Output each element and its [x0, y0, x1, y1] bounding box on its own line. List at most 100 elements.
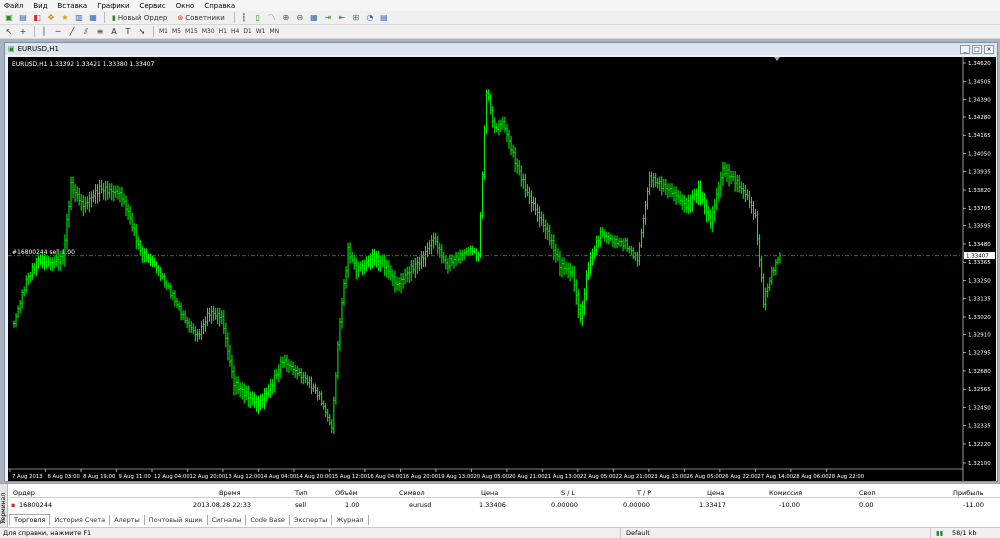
menu-view[interactable]: Вид — [33, 2, 47, 10]
market-watch-icon[interactable]: ◧ — [31, 12, 43, 24]
menu-window[interactable]: Окно — [176, 2, 195, 10]
column-header-profit[interactable]: Прибыль — [953, 489, 983, 497]
price-axis-label: 1.32100 — [968, 461, 991, 467]
chart-info-label: EURUSD,H1 1.33392 1.33421 1.33380 1.3340… — [12, 61, 154, 68]
chart-window[interactable]: ▣ EURUSD,H1 _ □ × EURUSD,H1 1.33392 1.33… — [4, 42, 998, 482]
time-axis-label: 22 Aug 21:00 — [615, 474, 651, 480]
tab-account-history[interactable]: История Счета — [50, 515, 111, 525]
tab-code-base[interactable]: Code Base — [246, 515, 290, 525]
cursor-icon[interactable]: ↖ — [3, 26, 15, 38]
column-header-time[interactable]: Время — [219, 489, 240, 497]
menu-tools[interactable]: Сервис — [140, 2, 166, 10]
menu-insert[interactable]: Вставка — [58, 2, 88, 10]
price-axis-label: 1.34050 — [968, 151, 991, 157]
crosshair-icon[interactable]: + — [17, 26, 29, 38]
close-icon[interactable]: × — [984, 44, 994, 54]
line-studies-toolbar: ↖ + │ ─ ╱ ⫽ ≡ A T ➘ M1 M5 M15 M30 H1 H4 … — [0, 25, 1000, 39]
tab-alerts[interactable]: Алерты — [110, 515, 145, 525]
time-axis-label: 8 Aug 19:00 — [83, 474, 116, 480]
column-header-current-price[interactable]: Цена — [707, 489, 724, 497]
menu-help[interactable]: Справка — [204, 2, 235, 10]
zoom-in-icon[interactable]: ⊕ — [280, 12, 292, 24]
new-order-icon: ▮ — [112, 13, 116, 22]
advisors-button[interactable]: ⊛ Советники — [173, 12, 228, 24]
toolbar-separator — [233, 12, 235, 23]
order-symbol: eurusd — [409, 501, 432, 509]
time-axis-label: 26 Aug 22:00 — [722, 474, 758, 480]
mdi-workspace: ▣ EURUSD,H1 _ □ × EURUSD,H1 1.33392 1.33… — [0, 39, 1000, 483]
terminal-icon[interactable]: ▥ — [73, 12, 85, 24]
column-header-symbol[interactable]: Символ — [399, 489, 425, 497]
indicators-icon[interactable]: ⊞ — [350, 12, 362, 24]
column-header-tp[interactable]: T / P — [637, 489, 651, 497]
navigator-icon[interactable]: ★ — [59, 12, 71, 24]
line-chart-icon[interactable]: 〽 — [266, 12, 278, 24]
tab-journal[interactable]: Журнал — [332, 515, 369, 525]
timeframe-h1[interactable]: H1 — [217, 28, 229, 35]
zoom-out-icon[interactable]: ⊖ — [294, 12, 306, 24]
minimize-icon[interactable]: _ — [960, 44, 970, 54]
order-swap: 0.00 — [859, 501, 874, 509]
column-header-sl[interactable]: S / L — [561, 489, 575, 497]
profiles-icon[interactable]: ▤ — [17, 12, 29, 24]
timeframe-m5[interactable]: M5 — [170, 28, 183, 35]
toolbar-separator — [153, 26, 154, 37]
menu-file[interactable]: Файл — [4, 2, 23, 10]
column-header-commission[interactable]: Комиссия — [769, 489, 802, 497]
tab-mailbox[interactable]: Почтовый ящик — [145, 515, 208, 525]
time-axis-label: 28 Aug 22:00 — [828, 474, 864, 480]
text-icon[interactable]: A — [108, 26, 120, 38]
autoscroll-icon[interactable]: ⇥ — [322, 12, 334, 24]
column-header-type[interactable]: Тип — [295, 489, 307, 497]
timeframe-m1[interactable]: M1 — [157, 28, 170, 35]
maximize-icon[interactable]: □ — [972, 44, 982, 54]
price-axis-label: 1.32220 — [968, 442, 991, 448]
bar-chart-icon[interactable]: ┇ — [238, 12, 250, 24]
column-header-price[interactable]: Цена — [481, 489, 498, 497]
tab-signals[interactable]: Сигналы — [208, 515, 247, 525]
chart-shift-icon[interactable]: ⇤ — [336, 12, 348, 24]
timeframe-m15[interactable]: M15 — [183, 28, 200, 35]
time-axis-label: 22 Aug 05:00 — [580, 474, 616, 480]
tab-experts[interactable]: Эксперты — [290, 515, 333, 525]
arrows-icon[interactable]: ➘ — [136, 26, 148, 38]
column-header-volume[interactable]: Объём — [335, 489, 358, 497]
order-type: sell — [295, 501, 306, 509]
advisors-icon: ⊛ — [177, 13, 184, 22]
new-order-button[interactable]: ▮ Новый Ордер — [108, 12, 171, 24]
data-window-icon[interactable]: ✥ — [45, 12, 57, 24]
order-row[interactable]: ▪ 16800244 2013.08.28 22:33 sell 1.00 eu… — [9, 500, 1000, 510]
time-axis-label: 23 Aug 13:00 — [651, 474, 687, 480]
order-volume: 1.00 — [345, 501, 360, 509]
price-axis-label: 1.33820 — [968, 188, 991, 194]
tab-trade[interactable]: Торговля — [9, 514, 51, 525]
price-chart[interactable]: EURUSD,H1 1.33392 1.33421 1.33380 1.3340… — [8, 57, 996, 481]
menu-bar: Файл Вид Вставка Графики Сервис Окно Спр… — [0, 0, 1000, 11]
strategy-tester-icon[interactable]: ▦ — [87, 12, 99, 24]
trendline-icon[interactable]: ╱ — [66, 26, 78, 38]
menu-charts[interactable]: Графики — [97, 2, 129, 10]
order-sell-icon: ▪ — [11, 501, 16, 509]
column-header-order[interactable]: Ордер — [13, 489, 35, 497]
timeframe-h4[interactable]: H4 — [229, 28, 241, 35]
time-axis-label: 12 Aug 20:00 — [189, 474, 225, 480]
fibonacci-icon[interactable]: ≡ — [94, 26, 106, 38]
label-icon[interactable]: T — [122, 26, 134, 38]
status-bar: Для справки, нажмите F1 Default ▮▮ 58/1 … — [0, 527, 1000, 538]
price-axis-label: 1.34505 — [968, 79, 991, 85]
timeframe-m30[interactable]: M30 — [200, 28, 217, 35]
status-profile: Default — [626, 529, 650, 537]
vertical-line-icon[interactable]: │ — [38, 26, 50, 38]
timeframe-w1[interactable]: W1 — [254, 28, 268, 35]
templates-icon[interactable]: ▤ — [378, 12, 390, 24]
timeframe-mn[interactable]: MN — [268, 28, 282, 35]
equidistant-channel-icon[interactable]: ⫽ — [80, 26, 92, 38]
horizontal-line-icon[interactable]: ─ — [52, 26, 64, 38]
candles-icon[interactable]: ▯ — [252, 12, 264, 24]
periods-icon[interactable]: ◔ — [364, 12, 376, 24]
new-chart-icon[interactable]: ▣ — [3, 12, 15, 24]
column-header-swap[interactable]: Своп — [859, 489, 876, 497]
tile-windows-icon[interactable]: ▦ — [308, 12, 320, 24]
chart-window-titlebar[interactable]: ▣ EURUSD,H1 _ □ × — [5, 43, 997, 55]
timeframe-d1[interactable]: D1 — [241, 28, 253, 35]
